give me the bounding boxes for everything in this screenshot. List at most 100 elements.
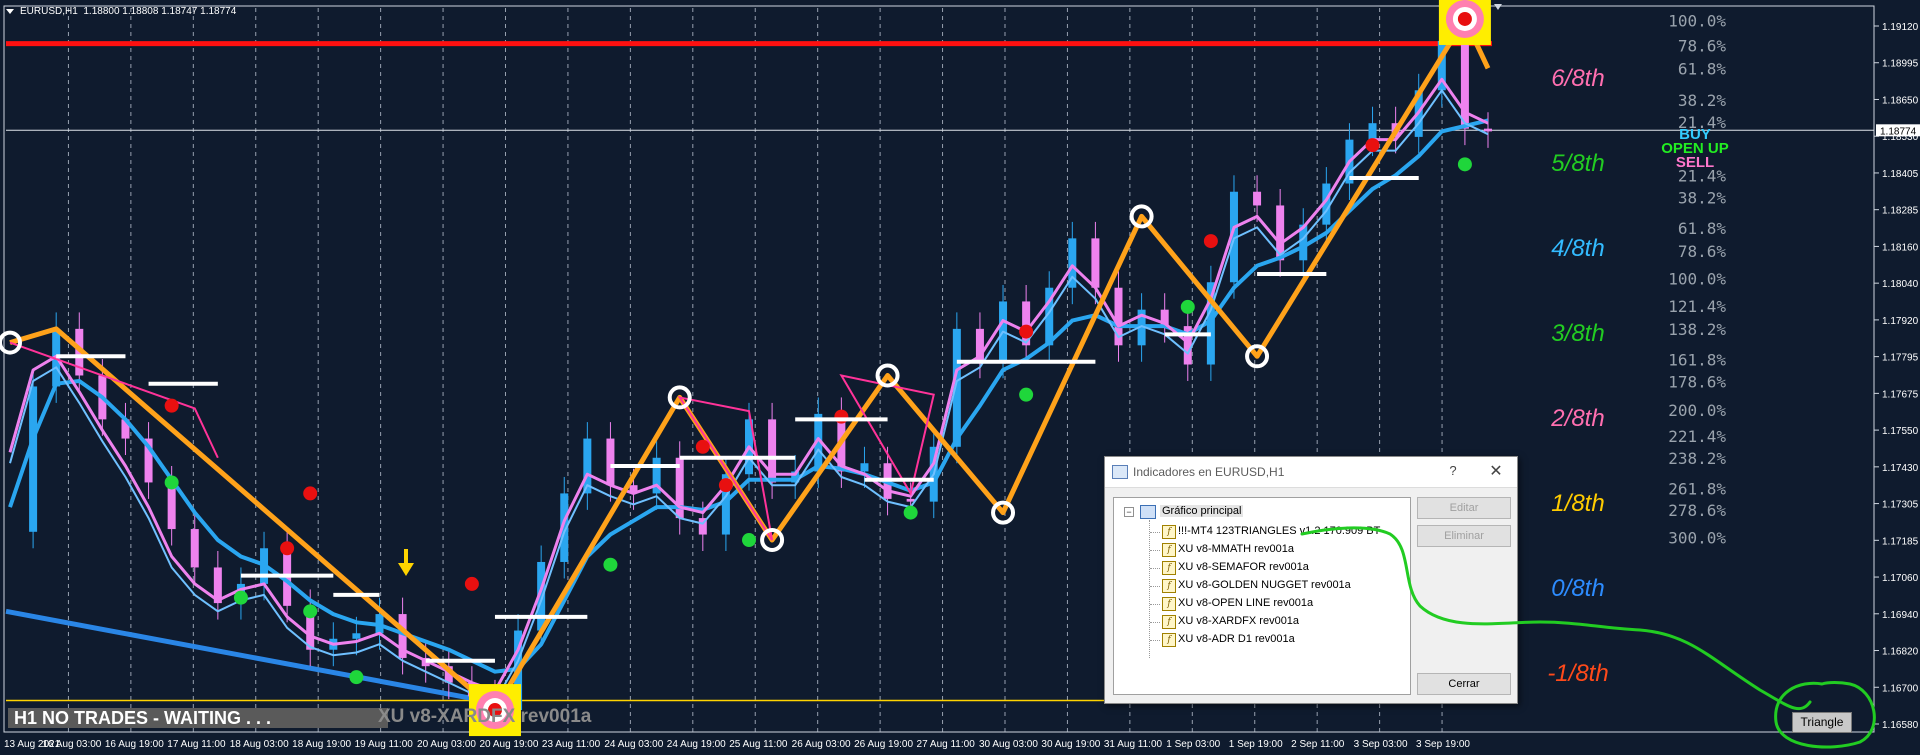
x-tick-label: 3 Sep 19:00 <box>1416 739 1470 750</box>
semafor-green-dot <box>903 505 918 520</box>
indicator-label[interactable]: !!!-MT4 123TRIANGLES v1.2 170.909 BT <box>1178 525 1380 537</box>
chart-window-icon <box>1140 505 1156 519</box>
fib-level-label: 261.8% <box>1668 479 1726 498</box>
chart-ohlc: 1.18800 1.18808 1.18747 1.18774 <box>83 6 237 17</box>
semafor-red-dot <box>464 576 479 591</box>
tree-connector <box>1150 586 1160 587</box>
semafor-green-dot <box>742 533 756 548</box>
edit-button[interactable]: Editar <box>1417 497 1511 519</box>
target-icon <box>1457 11 1472 26</box>
tree-connector <box>1150 640 1160 641</box>
indicator-tree[interactable]: − Gráfico principal f !!!-MT4 123TRIANGLE… <box>1113 497 1411 695</box>
x-tick-label: 18 Aug 03:00 <box>230 739 289 750</box>
semafor-red-dot <box>1203 234 1218 249</box>
candle-body <box>906 498 915 502</box>
x-tick-label: 25 Aug 11:00 <box>729 739 788 750</box>
fib-level-label: 61.8% <box>1678 60 1727 79</box>
fib-level-label: 178.6% <box>1668 372 1726 391</box>
close-button[interactable]: Cerrar <box>1417 673 1511 695</box>
dialog-titlebar[interactable]: Indicadores en EURUSD,H1 ? ✕ <box>1105 457 1517 488</box>
semafor-red-dot <box>1365 138 1380 153</box>
chart-menu-arrow-icon[interactable] <box>6 9 14 14</box>
chart-symbol: EURUSD,H1 <box>20 6 78 17</box>
candle-body <box>29 386 38 532</box>
semafor-red-dot <box>718 478 733 493</box>
indicator-label[interactable]: XU v8-GOLDEN NUGGET rev001a <box>1178 579 1351 591</box>
x-tick-label: 26 Aug 03:00 <box>792 739 851 750</box>
function-icon: f <box>1162 597 1176 611</box>
tree-connector <box>1150 604 1160 605</box>
indicator-label[interactable]: XU v8-OPEN LINE rev001a <box>1178 597 1313 609</box>
y-tick-label: 1.17795 <box>1882 353 1919 364</box>
x-tick-label: 31 Aug 11:00 <box>1104 739 1163 750</box>
semafor-green-dot <box>603 557 618 572</box>
murrey-level-label: 2/8th <box>1550 405 1604 432</box>
fib-level-label: 61.8% <box>1678 219 1727 238</box>
tree-connector <box>1150 532 1160 533</box>
collapse-icon[interactable]: − <box>1124 507 1134 517</box>
dialog-title: Indicadores en EURUSD,H1 <box>1133 465 1285 479</box>
semafor-red-dot <box>834 409 849 424</box>
indicator-label[interactable]: XU v8-XARDFX rev001a <box>1178 615 1299 627</box>
status-banner: H1 NO TRADES - WAITING . . . <box>8 708 388 728</box>
y-tick-label: 1.19120 <box>1882 22 1919 33</box>
help-button[interactable]: ? <box>1443 463 1463 481</box>
y-tick-label: 1.16580 <box>1882 720 1919 731</box>
candle-body <box>1253 191 1262 206</box>
semafor-red-dot <box>164 398 179 413</box>
x-tick-label: 2 Sep 11:00 <box>1291 739 1345 750</box>
y-tick-label: 1.18040 <box>1882 279 1919 290</box>
y-tick-label: 1.18285 <box>1882 206 1919 217</box>
candle-body <box>190 529 199 568</box>
close-icon[interactable]: ✕ <box>1483 461 1509 481</box>
x-tick-label: 27 Aug 11:00 <box>917 739 976 750</box>
semafor-green-dot <box>1457 157 1472 172</box>
fib-level-label: 300.0% <box>1668 529 1726 548</box>
tree-connector <box>1150 550 1160 551</box>
fib-level-label: 138.2% <box>1668 320 1726 339</box>
x-tick-label: 24 Aug 03:00 <box>604 739 663 750</box>
murrey-level-label: -1/8th <box>1547 660 1608 687</box>
semafor-red-dot <box>303 486 318 501</box>
murrey-level-label: 3/8th <box>1551 320 1604 347</box>
indicator-label[interactable]: XU v8-SEMAFOR rev001a <box>1178 561 1309 573</box>
semafor-green-dot <box>1019 387 1034 402</box>
indicators-dialog: Indicadores en EURUSD,H1 ? ✕ − Gráfico p… <box>1104 456 1518 704</box>
delete-button[interactable]: Eliminar <box>1417 525 1511 547</box>
y-tick-label: 1.17185 <box>1882 536 1919 547</box>
y-tick-label: 1.18160 <box>1882 242 1919 253</box>
candle-body <box>1091 238 1100 288</box>
x-tick-label: 19 Aug 11:00 <box>355 739 414 750</box>
fib-level-label: 221.4% <box>1668 427 1726 446</box>
fib-level-label: 38.2% <box>1678 91 1727 110</box>
fib-level-label: 78.6% <box>1678 36 1727 55</box>
x-tick-label: 26 Aug 19:00 <box>854 739 913 750</box>
fib-level-label: 161.8% <box>1668 350 1726 369</box>
x-tick-label: 24 Aug 19:00 <box>667 739 726 750</box>
x-tick-label: 30 Aug 19:00 <box>1041 739 1100 750</box>
fib-level-label: 100.0% <box>1668 270 1726 289</box>
y-tick-label: 1.17305 <box>1882 500 1919 511</box>
indicator-label[interactable]: XU v8-ADR D1 rev001a <box>1178 633 1295 645</box>
price-chart[interactable]: 1.191201.189951.186501.185301.184051.182… <box>0 0 1920 755</box>
y-tick-label: 1.18650 <box>1882 95 1919 106</box>
tree-root-label[interactable]: Gráfico principal <box>1160 505 1244 517</box>
x-tick-label: 23 Aug 11:00 <box>542 739 601 750</box>
candle-body <box>352 633 361 639</box>
candle-body <box>952 328 961 447</box>
chart-header: EURUSD,H1 1.18800 1.18808 1.18747 1.1877… <box>20 6 236 17</box>
murrey-level-label: 5/8th <box>1551 150 1604 177</box>
y-tick-label: 1.18995 <box>1882 59 1919 70</box>
x-tick-label: 1 Sep 03:00 <box>1166 739 1220 750</box>
indicator-label[interactable]: XU v8-MMATH rev001a <box>1178 543 1294 555</box>
candle-body <box>860 463 869 472</box>
y-tick-label: 1.17550 <box>1882 426 1919 437</box>
semafor-green-dot <box>1180 299 1195 314</box>
semafor-red-dot <box>1019 324 1034 339</box>
y-tick-label: 1.16700 <box>1882 683 1919 694</box>
fib-level-label: 100.0% <box>1668 12 1726 31</box>
murrey-level-label: 4/8th <box>1551 235 1604 262</box>
x-tick-label: 18 Aug 19:00 <box>292 739 351 750</box>
triangle-button[interactable]: Triangle <box>1792 712 1852 733</box>
x-tick-label: 16 Aug 03:00 <box>42 739 101 750</box>
